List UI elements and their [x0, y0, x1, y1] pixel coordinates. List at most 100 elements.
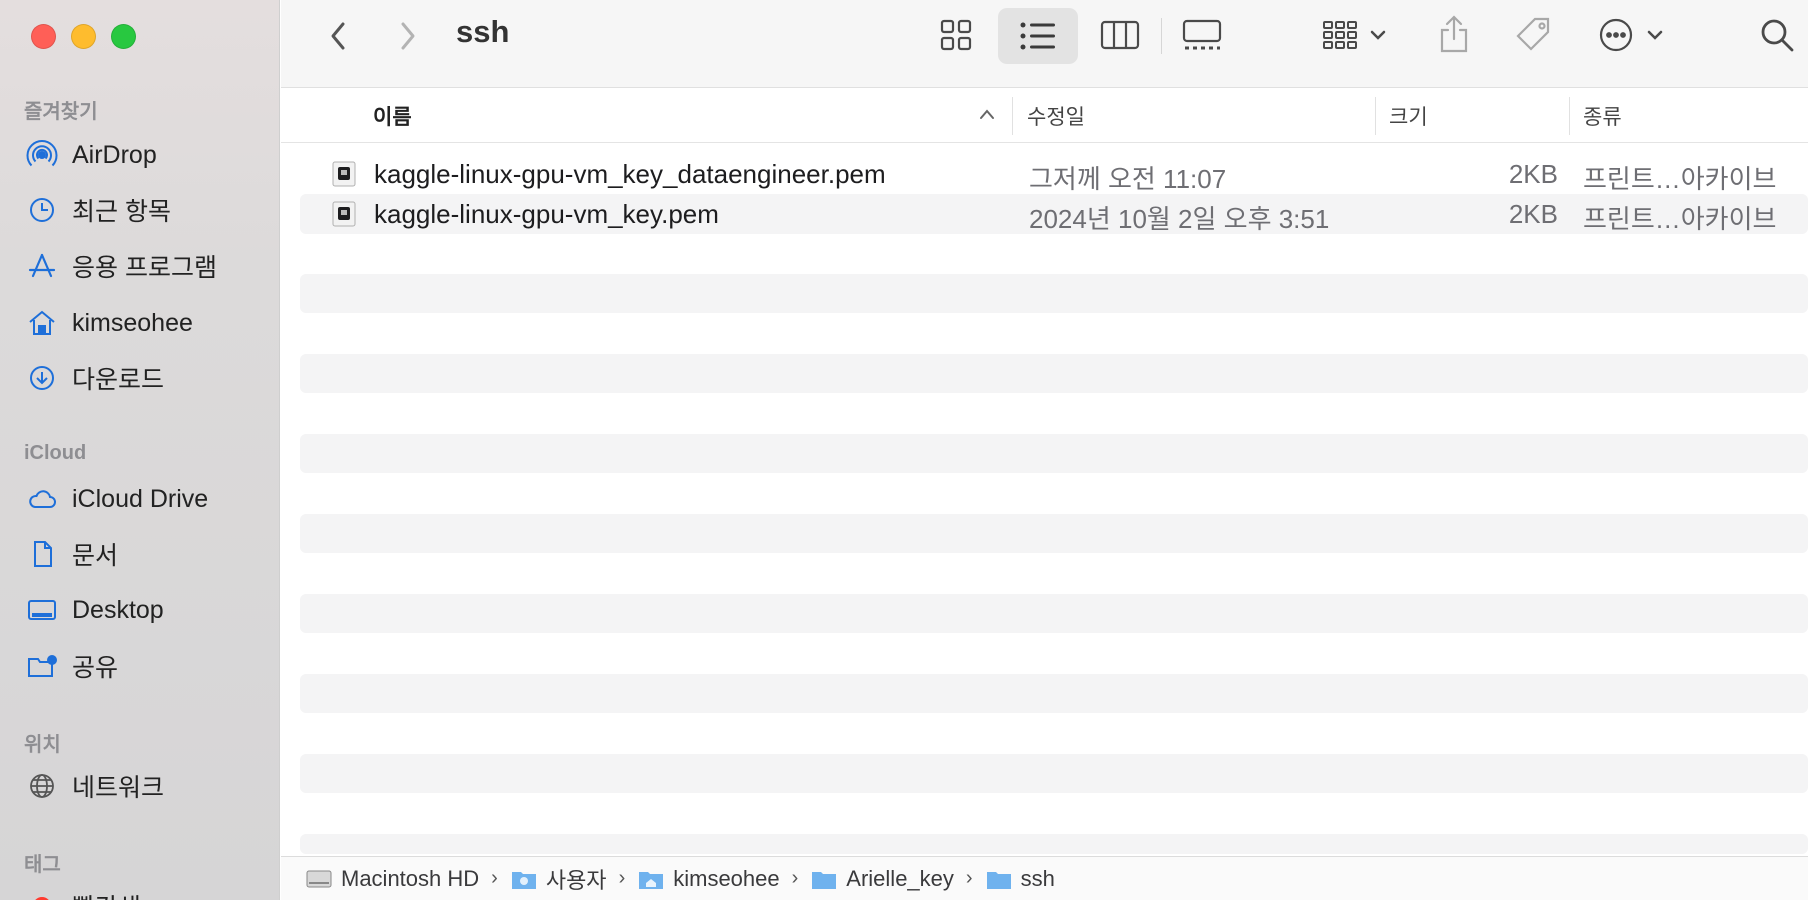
search-icon — [1761, 19, 1794, 52]
home-icon — [29, 310, 55, 335]
empty-row-stripe — [300, 754, 1808, 793]
sidebar-item-shared[interactable]: 공유 — [26, 646, 266, 686]
sidebar-item-label: 다운로드 — [72, 366, 165, 394]
chevron-right-icon — [401, 22, 415, 50]
sidebar-item-applications[interactable]: 응용 프로그램 — [26, 246, 266, 286]
file-name: kaggle-linux-gpu-vm_key.pem — [374, 199, 719, 229]
sidebar-item-label: 공유 — [72, 654, 119, 682]
icon-view-button[interactable] — [931, 12, 981, 58]
sidebar: 즐겨찾기 AirDrop 최근 항목 응용 프로그램 kimseohee 다운로… — [0, 0, 280, 900]
sidebar-item-label: 최근 항목 — [72, 198, 171, 226]
sidebar-item-label: Desktop — [72, 595, 164, 624]
column-header-kind[interactable]: 종류 — [1583, 101, 1622, 131]
group-icon — [1323, 21, 1386, 49]
empty-row-stripe — [300, 594, 1808, 633]
path-item-users[interactable]: 사용자 — [510, 863, 607, 895]
icloud-section-title: iCloud — [24, 442, 87, 464]
sidebar-item-home[interactable]: kimseohee — [26, 303, 266, 343]
hard-drive-icon — [306, 870, 332, 887]
cloud-icon — [29, 490, 56, 508]
sidebar-item-downloads[interactable]: 다운로드 — [26, 358, 266, 398]
path-item-arielle-key[interactable]: Arielle_key — [810, 866, 954, 892]
column-header-bar: 이름 수정일 크기 종류 — [281, 89, 1808, 143]
file-modified: 그저께 오전 11:07 — [1029, 164, 1227, 194]
list-view-button[interactable] — [998, 8, 1078, 64]
sidebar-item-icloud-drive[interactable]: iCloud Drive — [26, 479, 266, 519]
folder-icon — [986, 871, 1011, 889]
file-row[interactable]: kaggle-linux-gpu-vm_key_dataengineer.pem… — [300, 154, 1808, 194]
path-item-home[interactable]: kimseohee — [637, 866, 780, 892]
column-header-modified[interactable]: 수정일 — [1027, 101, 1085, 131]
share-icon — [1440, 15, 1468, 53]
list-icon — [1020, 22, 1055, 50]
close-button[interactable] — [31, 24, 56, 49]
gallery-view-button[interactable] — [1178, 12, 1226, 58]
file-size: 2KB — [1508, 159, 1558, 189]
path-separator-chevron-icon: › — [791, 867, 799, 889]
minimize-button[interactable] — [71, 24, 96, 49]
path-item-ssh[interactable]: ssh — [985, 866, 1055, 892]
sidebar-item-label: kimseohee — [72, 308, 193, 337]
column-separator[interactable] — [1012, 97, 1013, 135]
sidebar-item-desktop[interactable]: Desktop — [26, 590, 266, 630]
sidebar-item-label: 빨간색 — [72, 888, 141, 900]
file-kind: 프린트…아카이브 — [1583, 204, 1777, 234]
path-item-label: ssh — [1020, 865, 1055, 891]
sidebar-item-label: 네트워크 — [72, 774, 165, 802]
red-tag-dot-icon — [35, 897, 49, 900]
sidebar-item-tag-red[interactable]: 빨간색 — [26, 886, 266, 900]
certificate-file-icon — [332, 161, 356, 187]
column-header-size[interactable]: 크기 — [1389, 101, 1428, 131]
sidebar-item-label: AirDrop — [72, 140, 157, 169]
path-item-label: Macintosh HD — [341, 865, 480, 891]
back-button[interactable] — [318, 16, 358, 56]
file-size: 2KB — [1508, 199, 1558, 229]
share-button[interactable] — [1433, 10, 1475, 58]
sort-ascending-chevron-icon[interactable] — [978, 107, 996, 121]
clock-icon — [30, 198, 54, 222]
file-modified: 2024년 10월 2일 오후 3:51 — [1029, 204, 1330, 234]
empty-row-stripe — [300, 514, 1808, 553]
tag-button[interactable] — [1510, 12, 1556, 58]
file-row[interactable]: kaggle-linux-gpu-vm_key.pem 2024년 10월 2일… — [300, 194, 1808, 234]
users-folder-icon — [511, 871, 536, 889]
sidebar-item-network[interactable]: 네트워크 — [26, 766, 266, 806]
sidebar-item-label: iCloud Drive — [72, 484, 209, 513]
file-kind: 프린트…아카이브 — [1583, 164, 1777, 194]
forward-button[interactable] — [388, 16, 428, 56]
locations-section-title: 위치 — [24, 734, 61, 756]
more-actions-button[interactable] — [1596, 12, 1668, 58]
path-item-macintosh-hd[interactable]: Macintosh HD — [305, 866, 479, 892]
sidebar-item-airdrop[interactable]: AirDrop — [26, 135, 266, 175]
desktop-icon — [28, 600, 56, 620]
airdrop-icon — [26, 140, 58, 167]
group-by-button[interactable] — [1320, 12, 1392, 58]
grid-icon — [940, 19, 972, 51]
home-folder-icon — [639, 871, 664, 889]
search-button[interactable] — [1754, 12, 1800, 58]
empty-row-stripe — [300, 834, 1808, 854]
ellipsis-circle-icon — [1599, 18, 1663, 52]
empty-row-stripe — [300, 274, 1808, 313]
path-bar: Macintosh HD › 사용자 › kimseohee › Arielle… — [281, 856, 1808, 900]
sidebar-item-documents[interactable]: 문서 — [26, 534, 266, 574]
path-item-label: Arielle_key — [846, 865, 954, 891]
applications-icon — [28, 253, 56, 278]
zoom-button[interactable] — [111, 24, 136, 49]
empty-row-stripe — [300, 434, 1808, 473]
column-header-name[interactable]: 이름 — [373, 101, 412, 131]
document-icon — [34, 541, 52, 567]
shared-folder-icon — [28, 655, 57, 677]
sidebar-item-label: 응용 프로그램 — [72, 254, 217, 282]
file-name: kaggle-linux-gpu-vm_key_dataengineer.pem — [374, 159, 886, 189]
favorites-section-title: 즐겨찾기 — [24, 101, 98, 123]
empty-row-stripe — [300, 674, 1808, 713]
sidebar-item-recents[interactable]: 최근 항목 — [26, 190, 266, 230]
path-separator-chevron-icon: › — [618, 867, 626, 889]
tag-icon — [1516, 17, 1550, 51]
columns-icon — [1100, 20, 1140, 50]
globe-icon — [30, 774, 54, 798]
column-separator[interactable] — [1569, 97, 1570, 135]
column-separator[interactable] — [1375, 97, 1376, 135]
column-view-button[interactable] — [1097, 12, 1143, 58]
